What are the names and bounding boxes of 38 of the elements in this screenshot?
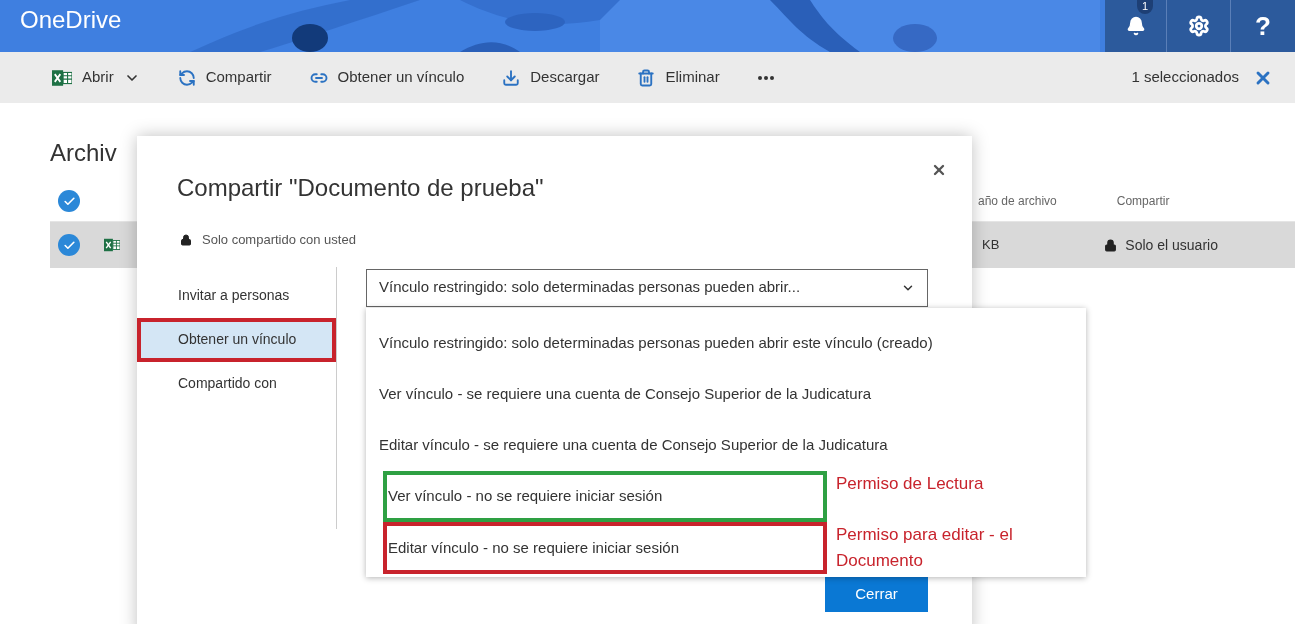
spreadsheet-icon — [104, 237, 120, 253]
spreadsheet-icon — [52, 68, 72, 87]
more-icon — [757, 75, 774, 80]
dropdown-option[interactable]: Ver vínculo - se requiere una cuenta de Consejo Superior de la Judicatura — [375, 369, 883, 420]
toolbar-button[interactable]: Eliminar — [637, 66, 720, 89]
lock-icon — [180, 233, 192, 246]
toolbar-button[interactable]: Abrir — [52, 66, 140, 89]
dropdown-option[interactable]: Editar vínculo - se requiere una cuenta de Consejo Superior de la Judicatura — [375, 420, 900, 471]
download-icon — [502, 68, 521, 87]
selection-count: 1 seleccionados — [1131, 67, 1239, 88]
toolbar-button[interactable] — [757, 75, 774, 80]
dialog-nav-item[interactable]: Compartido con — [137, 361, 336, 406]
dialog-nav-item[interactable]: Obtener un vínculo — [137, 317, 336, 362]
sharing-status: Solo compartido con usted — [202, 231, 356, 249]
column-header[interactable]: año de archivo — [978, 192, 1057, 210]
dropdown-option[interactable]: Ver vínculo - no se requiere iniciar sesión — [383, 471, 827, 522]
settings-icon — [1187, 15, 1210, 37]
table-cell-text: KB — [982, 236, 1000, 255]
table-cell-text: Solo el usuario — [1125, 235, 1218, 255]
notification-count: 1 — [1137, 0, 1153, 14]
link-type-select[interactable]: Vínculo restringido: solo determinadas personas pueden abrir... — [366, 268, 928, 307]
toolbar-button[interactable]: Compartir — [177, 66, 272, 89]
app-title[interactable]: OneDrive — [0, 0, 122, 52]
dialog-title: Compartir "Documento de prueba" — [177, 173, 544, 203]
lock-icon — [1104, 238, 1118, 252]
dropdown-option[interactable]: Editar vínculo - no se requiere iniciar sesión — [383, 522, 827, 574]
dialog-nav-item[interactable]: Invitar a personas — [137, 273, 336, 318]
share-icon — [177, 68, 196, 87]
annotation-note: Permiso de Lectura — [836, 473, 985, 495]
toolbar-button[interactable]: Obtener un vínculo — [309, 66, 465, 89]
page-heading: Archiv — [50, 138, 118, 168]
trash-icon — [637, 68, 656, 87]
column-header[interactable]: Compartir — [1116, 192, 1170, 210]
bell-icon — [1125, 16, 1146, 36]
dropdown-option[interactable]: Vínculo restringido: solo determinadas personas pueden abrir este vínculo (creado) — [375, 318, 945, 369]
close-icon[interactable] — [931, 162, 947, 178]
help-button[interactable]: ? — [1231, 0, 1295, 52]
toolbar-button[interactable]: Descargar — [502, 66, 600, 89]
